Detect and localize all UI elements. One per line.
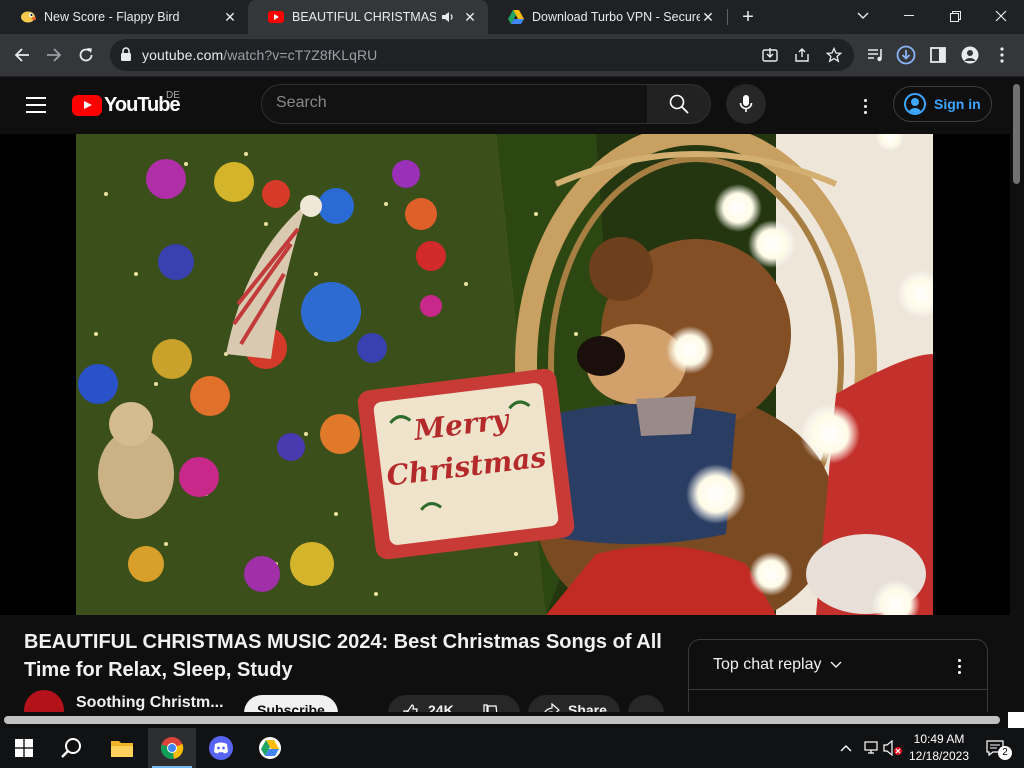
chrome-taskbar-button[interactable] (148, 728, 196, 768)
downloads-icon[interactable] (892, 41, 920, 69)
new-tab-button[interactable]: + (736, 5, 760, 29)
chevron-down-icon (830, 661, 842, 668)
tab-close-icon[interactable]: ✕ (700, 9, 716, 25)
voice-search-button[interactable] (726, 84, 766, 124)
volume-muted-icon[interactable] (882, 728, 904, 768)
start-button[interactable] (0, 728, 48, 768)
google-drive-favicon-icon (508, 9, 524, 25)
tab-close-icon[interactable]: ✕ (222, 9, 238, 25)
search-input[interactable] (276, 94, 636, 112)
media-controls-icon[interactable] (862, 41, 890, 69)
youtube-play-icon (72, 94, 102, 116)
sign-in-button[interactable]: Sign in (893, 86, 992, 122)
hamburger-menu-icon[interactable] (26, 97, 46, 113)
url-host: youtube.com (142, 47, 224, 63)
country-code: DE (166, 90, 180, 101)
tab-close-icon[interactable]: ✕ (462, 9, 478, 25)
search-box[interactable] (261, 84, 648, 124)
file-explorer-button[interactable] (98, 728, 146, 768)
youtube-logo[interactable]: YouTube DE (72, 90, 181, 116)
account-icon (904, 93, 926, 115)
settings-more-icon[interactable] (855, 94, 875, 118)
address-bar[interactable]: youtube.com/watch?v=cT7Z8fKLqRU (110, 39, 854, 71)
audio-playing-icon[interactable] (440, 9, 456, 25)
scrollbar-corner (1008, 712, 1024, 728)
horizontal-scroll-thumb[interactable] (4, 716, 1000, 724)
search-icon (61, 738, 81, 758)
horizontal-scrollbar[interactable] (0, 712, 1010, 728)
video-player[interactable]: Merry Christmas (0, 134, 1010, 615)
channel-avatar[interactable] (24, 690, 64, 714)
video-frame-image: Merry Christmas (76, 134, 933, 615)
vertical-scroll-thumb[interactable] (1013, 84, 1020, 184)
tab-turbo-vpn[interactable]: Download Turbo VPN - Secure V ✕ (488, 0, 726, 34)
side-panel-icon[interactable] (924, 41, 952, 69)
tab-title: New Score - Flappy Bird (44, 10, 180, 24)
folder-icon (111, 741, 133, 757)
tab-youtube[interactable]: BEAUTIFUL CHRISTMAS MU ✕ (248, 0, 488, 34)
notification-count-badge: 2 (998, 746, 1012, 760)
channel-name[interactable]: Soothing Christm... (76, 694, 224, 712)
profile-icon[interactable] (956, 41, 984, 69)
video-title: BEAUTIFUL CHRISTMAS MUSIC 2024: Best Chr… (24, 631, 662, 681)
restore-button[interactable] (932, 0, 978, 32)
chrome-icon (160, 737, 184, 759)
chat-more-icon[interactable] (955, 656, 963, 676)
tab-title: BEAUTIFUL CHRISTMAS MU (292, 10, 436, 24)
youtube-favicon-icon (268, 9, 284, 25)
close-window-button[interactable] (978, 0, 1024, 32)
windows-logo-icon (15, 739, 33, 757)
tab-title: Download Turbo VPN - Secure V (532, 10, 700, 24)
windows-taskbar: 10:49 AM 12/18/2023 2 (0, 728, 1024, 768)
minimize-button[interactable] (886, 0, 932, 32)
tab-separator (727, 9, 728, 25)
tab-search-chevron-icon[interactable] (840, 0, 886, 32)
back-button[interactable] (8, 41, 36, 69)
channel-row: Soothing Christm... Subscribe 24K Share (24, 690, 674, 714)
tab-flappy-bird[interactable]: New Score - Flappy Bird ✕ (0, 0, 248, 34)
chat-divider (689, 689, 987, 690)
share-icon[interactable] (792, 45, 812, 65)
youtube-masthead: YouTube DE Sign in (0, 78, 1024, 134)
forward-button[interactable] (40, 41, 68, 69)
install-app-icon[interactable] (760, 45, 780, 65)
google-drive-icon (259, 737, 281, 759)
lock-icon[interactable] (120, 47, 134, 63)
chrome-menu-icon[interactable] (988, 41, 1016, 69)
taskbar-search-button[interactable] (48, 728, 96, 768)
chat-header-label: Top chat replay (713, 656, 822, 673)
url-path: /watch?v=cT7Z8fKLqRU (223, 47, 378, 63)
url-text[interactable]: youtube.com/watch?v=cT7Z8fKLqRU (142, 47, 377, 63)
action-center-button[interactable]: 2 (980, 728, 1012, 768)
search-icon (669, 94, 689, 114)
system-clock[interactable]: 10:49 AM 12/18/2023 (904, 731, 974, 765)
tab-strip: New Score - Flappy Bird ✕ BEAUTIFUL CHRI… (0, 0, 1024, 34)
network-icon[interactable] (860, 728, 882, 768)
chat-header[interactable]: Top chat replay (713, 656, 842, 674)
bookmark-star-icon[interactable] (824, 45, 844, 65)
discord-taskbar-button[interactable] (197, 728, 245, 768)
discord-icon (209, 736, 233, 760)
search-button[interactable] (647, 84, 711, 124)
browser-toolbar: youtube.com/watch?v=cT7Z8fKLqRU (0, 34, 1024, 77)
google-drive-taskbar-button[interactable] (246, 728, 294, 768)
video-frame[interactable]: Merry Christmas (76, 134, 933, 615)
sign-in-label: Sign in (934, 96, 981, 112)
microphone-icon (739, 95, 753, 112)
vertical-scrollbar[interactable] (1010, 78, 1024, 715)
clock-time: 10:49 AM (913, 732, 965, 746)
flappy-bird-favicon-icon (20, 9, 36, 25)
clock-date: 12/18/2023 (908, 749, 970, 763)
show-hidden-icons-chevron-icon[interactable] (836, 728, 856, 768)
reload-button[interactable] (72, 41, 100, 69)
